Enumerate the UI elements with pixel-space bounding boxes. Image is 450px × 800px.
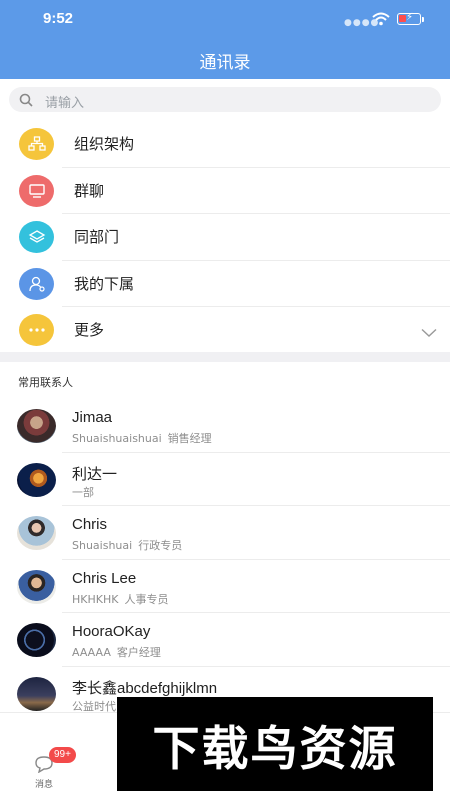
- avatar: [17, 569, 56, 604]
- contact-role: 销售经理: [167, 432, 212, 445]
- contact-org: Shuaishuaishuai: [72, 432, 162, 445]
- contact-org: 公益时代: [72, 699, 116, 713]
- menu-item-label: 我的下属: [74, 274, 135, 293]
- search-icon: [19, 92, 33, 111]
- section-title: 常用联系人: [18, 376, 73, 389]
- menu-item-label: 组织架构: [74, 135, 135, 153]
- contact-org: HKHKHK: [72, 592, 119, 606]
- group-chat-icon: [19, 174, 54, 207]
- battery-cap: [422, 17, 424, 22]
- section-divider: [0, 352, 450, 362]
- contact-subtitle: 一部: [72, 484, 100, 500]
- watermark-text: 下载鸟资源: [152, 721, 398, 777]
- chevron-down-icon[interactable]: [421, 323, 437, 342]
- contact-subtitle: HKHKHK 人事专员: [72, 591, 168, 607]
- avatar: [17, 676, 56, 711]
- search-input[interactable]: 请输入: [9, 87, 441, 112]
- contact-row[interactable]: Chris Lee HKHKHK 人事专员: [0, 560, 450, 613]
- contact-name: Chris: [72, 516, 108, 533]
- status-bar: 9:52 ●●●● ⚡: [0, 0, 450, 40]
- menu-item-group-chat[interactable]: 群聊: [0, 168, 450, 214]
- contact-name: Jimaa: [72, 409, 113, 426]
- menu-item-same-department[interactable]: 同部门: [0, 214, 450, 261]
- status-time: 9:52: [43, 10, 74, 27]
- watermark-logo: 下载鸟资源: [117, 697, 433, 791]
- search-placeholder: 请输入: [45, 96, 85, 111]
- subordinate-icon: [19, 267, 54, 300]
- menu-item-label: 更多: [74, 321, 105, 339]
- contact-name: 利达一: [72, 465, 118, 483]
- wifi-icon: [372, 11, 390, 30]
- contact-subtitle: Shuaishuaishuai 销售经理: [72, 430, 212, 446]
- contact-subtitle: AAAAA 客户经理: [72, 644, 161, 660]
- more-icon: [19, 314, 54, 346]
- avatar: [17, 516, 56, 550]
- tab-messages[interactable]: 99+ 消息: [24, 733, 76, 790]
- contact-org: AAAAA: [72, 646, 111, 659]
- menu-item-label: 同部门: [74, 228, 120, 246]
- page-title: 通讯录: [199, 53, 251, 73]
- unread-badge: 99+: [49, 747, 76, 763]
- contact-name: Chris Lee: [72, 569, 137, 587]
- contact-row[interactable]: Jimaa Shuaishuaishuai 销售经理: [0, 399, 450, 453]
- tab-label: 消息: [35, 780, 54, 790]
- contact-org: 一部: [72, 485, 94, 499]
- contact-row[interactable]: 利达一 一部: [0, 453, 450, 506]
- contact-role: 人事专员: [124, 592, 169, 606]
- contact-menu: 组织架构 群聊 同部门 我的下属 更多: [0, 121, 450, 354]
- search-bar: 请输入: [0, 79, 450, 121]
- layers-icon: [19, 221, 54, 253]
- menu-item-subordinates[interactable]: 我的下属: [0, 261, 450, 307]
- contact-row[interactable]: Chris Shuaishuai 行政专员: [0, 506, 450, 560]
- contact-row[interactable]: HooraOKay AAAAA 客户经理: [0, 613, 450, 667]
- menu-item-org-chart[interactable]: 组织架构: [0, 121, 450, 168]
- contact-name: HooraOKay: [72, 623, 151, 640]
- avatar: [17, 462, 56, 497]
- header-bar: 9:52 ●●●● ⚡ 通讯录: [0, 0, 450, 79]
- battery-icon: ⚡: [397, 12, 421, 25]
- contact-subtitle: Shuaishuai 行政专员: [72, 537, 182, 553]
- org-chart-icon: [19, 128, 54, 160]
- contact-name: 李长鑫abcdefghijklmn: [72, 679, 218, 697]
- menu-item-label: 群聊: [74, 181, 105, 200]
- contact-role: 行政专员: [138, 539, 183, 552]
- avatar: [17, 623, 56, 657]
- contact-org: Shuaishuai: [72, 539, 133, 552]
- menu-item-more[interactable]: 更多: [0, 307, 450, 354]
- contact-role: 客户经理: [116, 646, 161, 659]
- avatar: [17, 409, 56, 443]
- contact-list: Jimaa Shuaishuaishuai 销售经理 利达一 一部 Chris S…: [0, 399, 450, 720]
